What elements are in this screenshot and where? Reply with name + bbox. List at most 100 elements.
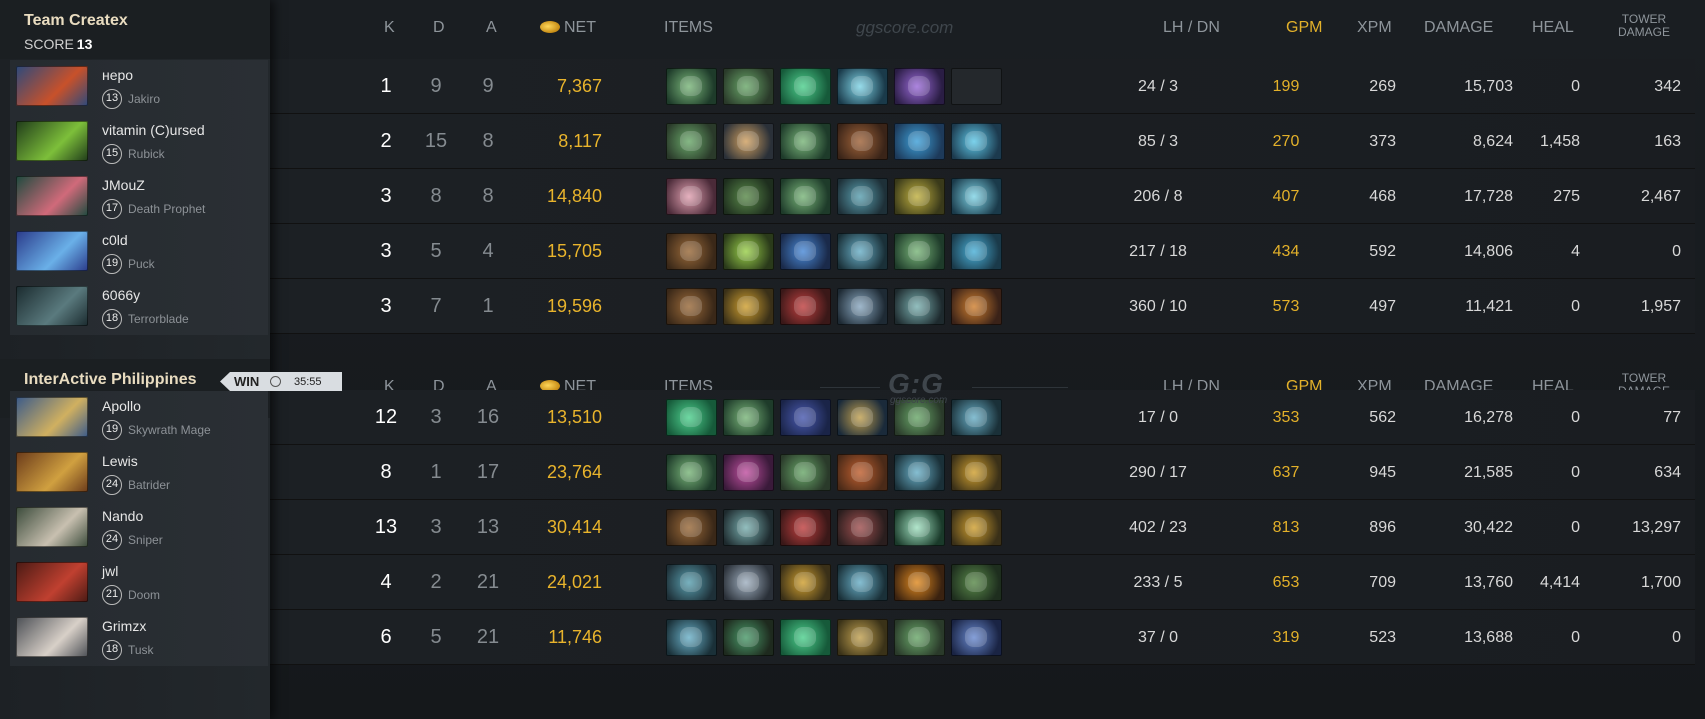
item-icon[interactable] — [894, 233, 945, 270]
item-icon[interactable] — [666, 509, 717, 546]
item-icon[interactable] — [780, 399, 831, 436]
item-icon[interactable] — [894, 178, 945, 215]
healing: 0 — [1571, 298, 1580, 315]
player-name[interactable]: c0ld — [102, 232, 128, 248]
item-icon[interactable] — [666, 399, 717, 436]
item-icon[interactable] — [666, 564, 717, 601]
item-icon[interactable] — [837, 619, 888, 656]
item-icon[interactable] — [894, 123, 945, 160]
hero-name: Skywrath Mage — [128, 423, 211, 437]
item-icon[interactable] — [894, 564, 945, 601]
player-name[interactable]: JMouZ — [102, 177, 145, 193]
item-icon[interactable] — [837, 288, 888, 325]
item-icon[interactable] — [780, 178, 831, 215]
player-card[interactable]: JMouZ 17 Death Prophet — [10, 170, 268, 225]
player-row[interactable]: 6 5 21 11,746 37 / 0 319 523 13,688 0 0 — [270, 610, 1695, 665]
item-icon[interactable] — [894, 454, 945, 491]
item-icon[interactable] — [723, 454, 774, 491]
player-card[interactable]: нepo 13 Jakiro — [10, 60, 268, 115]
item-icon[interactable] — [951, 454, 1002, 491]
item-icon[interactable] — [666, 178, 717, 215]
item-icon[interactable] — [837, 454, 888, 491]
player-card[interactable]: 6066y 18 Terrorblade — [10, 280, 268, 335]
player-name[interactable]: нepo — [102, 67, 133, 83]
item-icon[interactable] — [951, 399, 1002, 436]
player-row[interactable]: 2 15 8 8,117 85 / 3 270 373 8,624 1,458 163 — [270, 114, 1695, 169]
hero-portrait — [16, 286, 88, 326]
item-icon[interactable] — [666, 619, 717, 656]
player-name[interactable]: jwl — [102, 563, 118, 579]
item-icon[interactable] — [951, 233, 1002, 270]
hero-damage: 8,624 — [1472, 133, 1513, 150]
item-icon[interactable] — [951, 619, 1002, 656]
player-name[interactable]: vitamin (C)ursed — [102, 122, 205, 138]
hero-level-badge: 15 — [102, 144, 122, 164]
item-icon[interactable] — [780, 564, 831, 601]
hero-name: Sniper — [128, 533, 163, 547]
item-icon[interactable] — [894, 288, 945, 325]
item-icon[interactable] — [780, 233, 831, 270]
player-name[interactable]: Lewis — [102, 453, 138, 469]
hero-portrait — [16, 176, 88, 216]
item-icon[interactable] — [723, 233, 774, 270]
player-row[interactable]: 4 2 21 24,021 233 / 5 653 709 13,760 4,414 1,700 — [270, 555, 1695, 610]
player-card[interactable]: c0ld 19 Puck — [10, 225, 268, 280]
player-card[interactable]: vitamin (C)ursed 15 Rubick — [10, 115, 268, 170]
player-row[interactable]: 12 3 16 13,510 17 / 0 353 562 16,278 0 77 — [270, 390, 1695, 445]
item-icon[interactable] — [723, 564, 774, 601]
item-icon[interactable] — [837, 68, 888, 105]
item-icon[interactable] — [723, 619, 774, 656]
player-name[interactable]: Nando — [102, 508, 143, 524]
item-icon[interactable] — [951, 178, 1002, 215]
item-icon[interactable] — [837, 123, 888, 160]
player-name[interactable]: 6066y — [102, 287, 140, 303]
item-icon[interactable] — [894, 68, 945, 105]
item-icon[interactable] — [837, 178, 888, 215]
player-row[interactable]: 13 3 13 30,414 402 / 23 813 896 30,422 0 13,297 — [270, 500, 1695, 555]
item-icon[interactable] — [723, 288, 774, 325]
item-icon[interactable] — [666, 123, 717, 160]
player-row[interactable]: 3 5 4 15,705 217 / 18 434 592 14,806 4 0 — [270, 224, 1695, 279]
item-icon[interactable] — [666, 233, 717, 270]
item-icon[interactable] — [780, 68, 831, 105]
player-name[interactable]: Grimzx — [102, 618, 146, 634]
item-icon[interactable] — [837, 564, 888, 601]
item-icon[interactable] — [780, 454, 831, 491]
player-card[interactable]: Nando 24 Sniper — [10, 501, 268, 556]
item-icon[interactable] — [666, 68, 717, 105]
item-icon[interactable] — [723, 123, 774, 160]
item-icon[interactable] — [951, 564, 1002, 601]
item-icon[interactable] — [837, 233, 888, 270]
deaths: 8 — [430, 185, 442, 207]
player-card[interactable]: jwl 21 Doom — [10, 556, 268, 611]
item-icon[interactable] — [723, 509, 774, 546]
player-row[interactable]: 3 8 8 14,840 206 / 8 407 468 17,728 275 2,467 — [270, 169, 1695, 224]
player-card[interactable]: Grimzx 18 Tusk — [10, 611, 268, 666]
item-icon[interactable] — [780, 509, 831, 546]
item-icon[interactable] — [723, 399, 774, 436]
item-icon[interactable] — [894, 509, 945, 546]
item-icon[interactable] — [951, 509, 1002, 546]
item-icon[interactable] — [951, 123, 1002, 160]
player-row[interactable]: 8 1 17 23,764 290 / 17 637 945 21,585 0 634 — [270, 445, 1695, 500]
healing: 0 — [1571, 629, 1580, 646]
player-row[interactable]: 1 9 9 7,367 24 / 3 199 269 15,703 0 342 — [270, 59, 1695, 114]
gpm: 434 — [1272, 243, 1300, 260]
item-icon[interactable] — [837, 399, 888, 436]
player-name[interactable]: Apollo — [102, 398, 141, 414]
player-row[interactable]: 3 7 1 19,596 360 / 10 573 497 11,421 0 1,957 — [270, 279, 1695, 334]
item-icon[interactable] — [666, 454, 717, 491]
player-card[interactable]: Lewis 24 Batrider — [10, 446, 268, 501]
item-icon[interactable] — [951, 288, 1002, 325]
item-icon[interactable] — [723, 178, 774, 215]
item-icon[interactable] — [723, 68, 774, 105]
item-icon[interactable] — [894, 619, 945, 656]
item-icon[interactable] — [780, 288, 831, 325]
player-card[interactable]: Apollo 19 Skywrath Mage — [10, 391, 268, 446]
healing: 4 — [1571, 243, 1580, 260]
empty-item-slot[interactable] — [951, 68, 1002, 105]
item-icon[interactable] — [780, 619, 831, 656]
item-icon[interactable] — [666, 288, 717, 325]
item-icon[interactable] — [780, 123, 831, 160]
item-icon[interactable] — [837, 509, 888, 546]
